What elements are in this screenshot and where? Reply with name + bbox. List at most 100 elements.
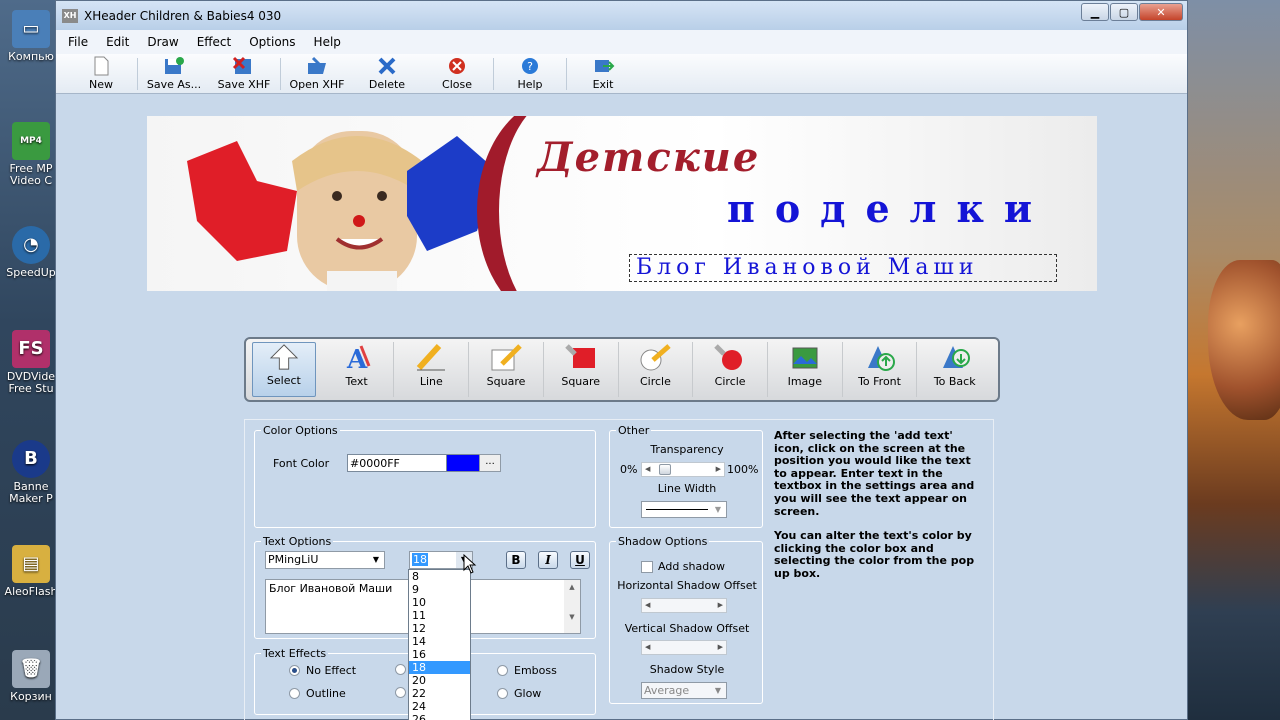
color-picker-button[interactable]: ... xyxy=(479,454,501,472)
font-size-option[interactable]: 11 xyxy=(409,609,470,622)
desktop-icon-label: SpeedUp xyxy=(6,266,56,279)
effect-emboss-radio[interactable]: Emboss xyxy=(497,664,557,677)
font-size-option[interactable]: 16 xyxy=(409,648,470,661)
close-button[interactable]: Close xyxy=(422,56,492,91)
tool-select[interactable]: Select xyxy=(252,342,316,397)
desktop-icon-label: Banne Maker P xyxy=(9,480,53,505)
menu-effect[interactable]: Effect xyxy=(197,35,232,49)
circle-filled-icon xyxy=(714,344,743,370)
tool-square-filled[interactable]: Square xyxy=(544,342,619,397)
radio-dot xyxy=(289,688,300,699)
save-as-button[interactable]: Save As... xyxy=(139,56,209,91)
exit-button[interactable]: Exit xyxy=(568,56,638,91)
effect-glow-radio[interactable]: Glow xyxy=(497,687,541,700)
window-controls: ▁ ▢ ✕ xyxy=(1080,3,1183,21)
transparency-slider[interactable]: ◀ ▶ xyxy=(641,462,725,477)
text-effects-legend: Text Effects xyxy=(261,647,329,660)
tool-line[interactable]: Line xyxy=(394,342,470,397)
add-shadow-checkbox[interactable]: Add shadow xyxy=(641,560,725,573)
minimize-button[interactable]: ▁ xyxy=(1081,3,1109,21)
slider-thumb[interactable] xyxy=(659,464,671,475)
tool-label: Line xyxy=(419,375,443,388)
textarea-scrollbar[interactable]: ▲ ▼ xyxy=(564,580,580,633)
tool-palette: Select A Text Line Square Square Circle … xyxy=(244,337,1000,402)
font-size-option[interactable]: 10 xyxy=(409,596,470,609)
font-size-option[interactable]: 12 xyxy=(409,622,470,635)
desktop-icon-speedup[interactable]: ◔ SpeedUp xyxy=(4,226,58,279)
font-size-option[interactable]: 20 xyxy=(409,674,470,687)
font-color-swatch[interactable] xyxy=(447,454,479,472)
tool-to-front[interactable]: To Front xyxy=(843,342,918,397)
tool-image[interactable]: Image xyxy=(768,342,843,397)
header-canvas[interactable]: Детские поделки Блог Ивановой Маши xyxy=(147,116,1097,291)
tool-circle-outline[interactable]: Circle xyxy=(619,342,694,397)
tool-to-back[interactable]: To Back xyxy=(917,342,992,397)
tool-square-outline[interactable]: Square xyxy=(469,342,544,397)
shadow-style-select[interactable]: Average ▼ xyxy=(641,682,727,699)
close-window-button[interactable]: ✕ xyxy=(1139,3,1183,21)
font-size-option[interactable]: 24 xyxy=(409,700,470,713)
slider-left-arrow[interactable]: ◀ xyxy=(645,641,650,654)
delete-button[interactable]: Delete xyxy=(352,56,422,91)
desktop-icon-recycle-bin[interactable]: 🗑 Корзин xyxy=(4,650,58,703)
slider-right-arrow[interactable]: ▶ xyxy=(718,599,723,612)
title-bar[interactable]: XH XHeader Children & Babies4 030 ▁ ▢ ✕ xyxy=(56,1,1187,30)
help-button[interactable]: ? Help xyxy=(495,56,565,91)
save-xhf-button[interactable]: Save XHF xyxy=(209,56,279,91)
desktop-icon-free-mp4[interactable]: MP4 Free MP Video C xyxy=(4,122,58,187)
wallpaper-rock xyxy=(1208,260,1280,420)
close-label: Close xyxy=(442,78,472,91)
font-size-option[interactable]: 18 xyxy=(409,661,470,674)
font-size-option[interactable]: 26 xyxy=(409,713,470,720)
checkbox-box xyxy=(641,561,653,573)
font-size-option[interactable]: 22 xyxy=(409,687,470,700)
text-options-legend: Text Options xyxy=(261,535,334,548)
menu-edit[interactable]: Edit xyxy=(106,35,129,49)
font-size-option[interactable]: 9 xyxy=(409,583,470,596)
font-size-option[interactable]: 8 xyxy=(409,570,470,583)
effect-no-effect-radio[interactable]: No Effect xyxy=(289,664,356,677)
tool-label: Circle xyxy=(639,375,671,388)
line-width-select[interactable]: ▼ xyxy=(641,501,727,518)
help-paragraph-1: After selecting the 'add text' icon, cli… xyxy=(774,429,975,518)
font-family-value: PMingLiU xyxy=(268,553,319,566)
slider-right-arrow[interactable]: ▶ xyxy=(718,641,723,654)
banner-title-2[interactable]: поделки xyxy=(727,186,1052,231)
tool-circle-filled[interactable]: Circle xyxy=(693,342,768,397)
h-offset-slider[interactable]: ◀ ▶ xyxy=(641,598,727,613)
menu-options[interactable]: Options xyxy=(249,35,295,49)
to-front-icon xyxy=(867,346,895,371)
shadow-style-value: Average xyxy=(644,684,690,697)
desktop-icon-dvdvideo[interactable]: FS DVDVide Free Stu xyxy=(4,330,58,395)
menu-file[interactable]: File xyxy=(68,35,88,49)
effect-outline-radio[interactable]: Outline xyxy=(289,687,346,700)
banner-subtitle-selected[interactable]: Блог Ивановой Маши xyxy=(629,254,1057,282)
underline-button[interactable]: U xyxy=(570,551,590,569)
slider-left-arrow[interactable]: ◀ xyxy=(645,599,650,612)
app-window: XH XHeader Children & Babies4 030 ▁ ▢ ✕ … xyxy=(55,0,1188,720)
exit-icon xyxy=(595,60,615,72)
square-outline-icon xyxy=(491,344,522,371)
desktop-icon-aleoflash[interactable]: ▤ AleoFlash xyxy=(4,545,58,598)
desktop-icon-banner-maker[interactable]: B Banne Maker P xyxy=(4,440,58,505)
font-color-input[interactable] xyxy=(347,454,447,472)
desktop-icon-computer[interactable]: ▭ Компью xyxy=(4,10,58,63)
tool-text[interactable]: A Text xyxy=(320,342,395,397)
banner-title-1[interactable]: Детские xyxy=(537,134,760,181)
font-size-option[interactable]: 14 xyxy=(409,635,470,648)
menu-help[interactable]: Help xyxy=(314,35,341,49)
delete-icon xyxy=(378,57,396,75)
radio-dot xyxy=(395,664,406,675)
open-xhf-button[interactable]: Open XHF xyxy=(282,56,352,91)
bold-button[interactable]: B xyxy=(506,551,526,569)
menu-draw[interactable]: Draw xyxy=(147,35,178,49)
slider-right-arrow[interactable]: ▶ xyxy=(716,463,721,476)
to-back-icon xyxy=(942,346,970,368)
maximize-button[interactable]: ▢ xyxy=(1110,3,1138,21)
radio-dot xyxy=(289,665,300,676)
font-family-select[interactable]: PMingLiU ▼ xyxy=(265,551,385,569)
italic-button[interactable]: I xyxy=(538,551,558,569)
v-offset-slider[interactable]: ◀ ▶ xyxy=(641,640,727,655)
new-button[interactable]: New xyxy=(66,56,136,91)
slider-left-arrow[interactable]: ◀ xyxy=(645,463,650,476)
